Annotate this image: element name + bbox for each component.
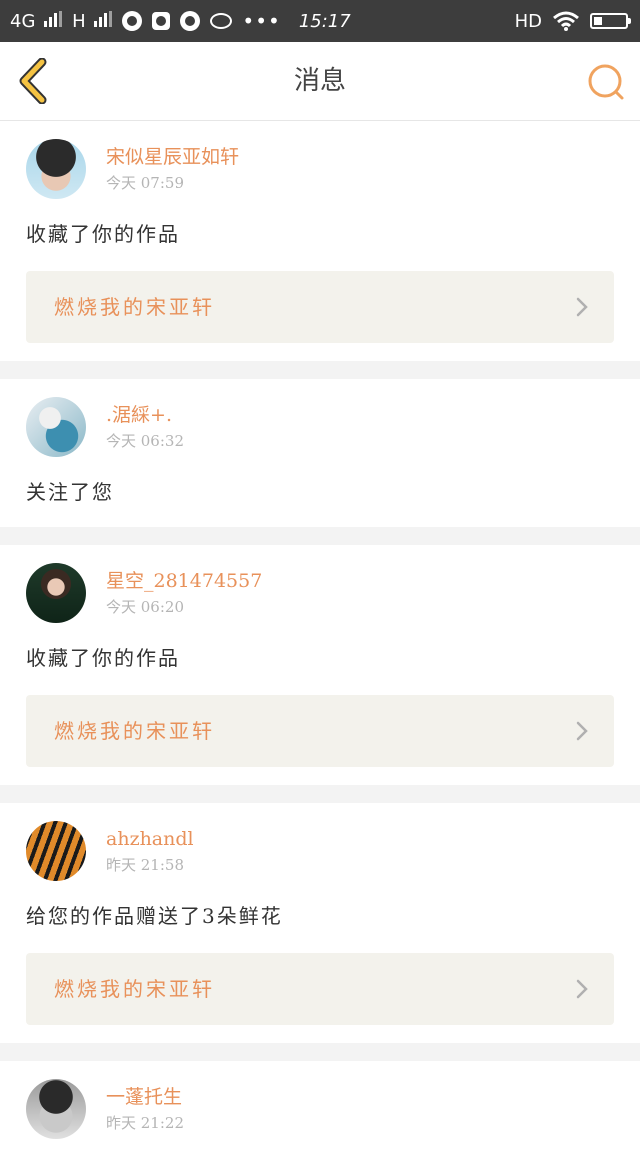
- chevron-right-icon: [576, 297, 588, 317]
- notification-text: 给您的作品赠送了3朵鲜花: [26, 904, 283, 928]
- chevron-right-icon: [576, 721, 588, 741]
- notification-item[interactable]: 星空_281474557 今天 06:20 收藏了你的作品 燃烧我的宋亚轩: [0, 545, 640, 785]
- avatar[interactable]: [26, 397, 86, 457]
- notification-text: 关注了您: [26, 480, 114, 504]
- notification-text: 收藏了你的作品: [26, 222, 180, 246]
- notification-item[interactable]: 一蓬托生 昨天 21:22: [0, 1061, 640, 1159]
- clock: 15:17: [298, 10, 351, 32]
- nav-bar: 消息: [0, 42, 640, 121]
- username[interactable]: 宋似星辰亚如轩: [106, 144, 239, 170]
- timestamp: 昨天 21:22: [106, 1114, 184, 1132]
- avatar[interactable]: [26, 563, 86, 623]
- app-notification-icon: [180, 11, 201, 31]
- timestamp: 今天 07:59: [106, 174, 184, 192]
- app-notification-icon: [152, 12, 171, 30]
- page-title: 消息: [293, 66, 346, 96]
- notification-text: 收藏了你的作品: [26, 646, 180, 670]
- work-link[interactable]: 燃烧我的宋亚轩: [26, 953, 614, 1025]
- work-title: 燃烧我的宋亚轩: [54, 719, 215, 743]
- avatar[interactable]: [26, 139, 86, 199]
- hd-indicator: HD: [514, 10, 542, 32]
- work-link[interactable]: 燃烧我的宋亚轩: [26, 695, 614, 767]
- username[interactable]: 星空_281474557: [106, 568, 262, 594]
- battery-icon: [590, 13, 631, 29]
- notification-item[interactable]: 宋似星辰亚如轩 今天 07:59 收藏了你的作品 燃烧我的宋亚轩: [0, 121, 640, 361]
- timestamp: 昨天 21:58: [106, 856, 184, 874]
- network-h: H: [72, 10, 113, 32]
- notification-item[interactable]: .涺綵+. 今天 06:32 关注了您: [0, 379, 640, 527]
- username[interactable]: .涺綵+.: [106, 402, 184, 428]
- timestamp: 今天 06:20: [106, 598, 184, 616]
- timestamp: 今天 06:32: [106, 432, 184, 450]
- signal-icon: [94, 10, 113, 27]
- signal-icon: [44, 10, 63, 27]
- avatar[interactable]: [26, 1079, 86, 1139]
- more-notifications-icon: •••: [242, 9, 281, 33]
- work-title: 燃烧我的宋亚轩: [54, 977, 215, 1001]
- notification-item[interactable]: ahzhandl 昨天 21:58 给您的作品赠送了3朵鲜花 燃烧我的宋亚轩: [0, 803, 640, 1043]
- status-bar: 4G H ••• 15:17 HD: [0, 0, 640, 42]
- app-notification-icon: [122, 11, 143, 31]
- work-title: 燃烧我的宋亚轩: [54, 295, 215, 319]
- work-link[interactable]: 燃烧我的宋亚轩: [26, 271, 614, 343]
- network-4g: 4G: [10, 10, 63, 32]
- weibo-icon: [210, 13, 233, 29]
- wifi-icon: [553, 11, 579, 31]
- avatar[interactable]: [26, 821, 86, 881]
- search-icon[interactable]: [586, 62, 626, 102]
- username[interactable]: 一蓬托生: [106, 1084, 184, 1110]
- chevron-right-icon: [576, 979, 588, 999]
- username[interactable]: ahzhandl: [106, 826, 194, 852]
